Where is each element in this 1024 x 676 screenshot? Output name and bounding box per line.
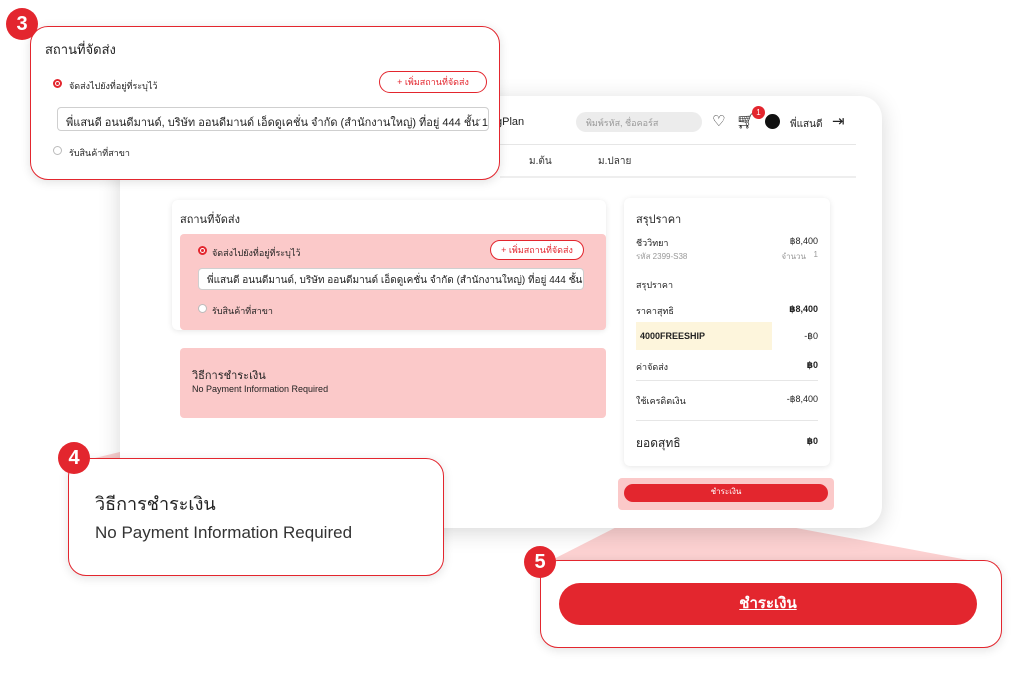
logout-icon[interactable]: ⇥ (832, 114, 845, 129)
cart-count-badge: 1 (752, 106, 765, 119)
user-name[interactable]: พี่แสนดี (790, 117, 822, 132)
callout-radio-branch[interactable] (53, 146, 62, 155)
callout-number-4: 4 (58, 442, 90, 474)
summary-subtitle: สรุปราคา (636, 280, 674, 290)
nav-tab-senior[interactable]: ม.ปลาย (598, 154, 631, 169)
nav-tab-junior[interactable]: ม.ต้น (529, 154, 552, 169)
payment-note: No Payment Information Required (192, 384, 329, 394)
callout-option-branch: รับสินค้าที่สาขา (69, 148, 130, 158)
callout-number-3: 3 (6, 8, 38, 40)
callout-pay-button[interactable]: ชำระเงิน (559, 583, 977, 625)
total-label: ยอดสุทธิ (636, 436, 681, 450)
summary-title: สรุปราคา (636, 214, 682, 226)
header-divider (500, 144, 856, 145)
callout-number-5: 5 (524, 546, 556, 578)
callout-radio-specified[interactable] (53, 79, 62, 88)
shipping-highlight: จัดส่งไปยังที่อยู่ที่ระบุไว้ + เพิ่มสถาน… (180, 234, 606, 330)
callout-payment: วิธีการชำระเงิน No Payment Information R… (68, 458, 444, 576)
search-input[interactable]: พิมพ์รหัส, ชื่อคอร์ส (576, 112, 702, 132)
option-branch-label: รับสินค้าที่สาขา (212, 306, 273, 316)
add-address-button[interactable]: + เพิ่มสถานที่จัดส่ง (490, 240, 584, 260)
summary-panel: สรุปราคา ชีววิทยา ฿8,400 รหัส 2399-S38 จ… (624, 198, 830, 466)
site-logo[interactable]: gPlan (496, 116, 524, 128)
callout-pay: ชำระเงิน (540, 560, 1002, 648)
credit-label: ใช้เครดิตเงิน (636, 396, 686, 406)
shipping-fee-label: ค่าจัดส่ง (636, 362, 669, 372)
net-value: ฿8,400 (789, 304, 818, 314)
radio-branch-pickup[interactable] (198, 304, 207, 313)
summary-divider-1 (636, 380, 818, 381)
coupon-value: -฿0 (804, 331, 818, 341)
chevron-down-icon: ⌄ (572, 274, 580, 284)
option-specified-label: จัดส่งไปยังที่อยู่ที่ระบุไว้ (212, 248, 301, 258)
payment-panel: วิธีการชำระเงิน No Payment Information R… (180, 348, 606, 418)
callout-shipping: สถานที่จัดส่ง จัดส่งไปยังที่อยู่ที่ระบุไ… (30, 26, 500, 180)
coupon-code: 4000FREESHIP (640, 331, 706, 341)
item-code: รหัส 2399-S38 (636, 252, 688, 261)
user-avatar-icon[interactable] (765, 114, 780, 129)
callout-payment-title: วิธีการชำระเงิน (95, 494, 216, 514)
item-qty-label: จำนวน (781, 252, 806, 261)
net-label: ราคาสุทธิ (636, 306, 674, 316)
summary-divider-2 (636, 420, 818, 421)
callout-address-value: พี่แสนดี อนนดีมานด์, บริษัท ออนดีมานด์ เ… (66, 117, 489, 129)
callout-shipping-title: สถานที่จัดส่ง (45, 42, 116, 57)
shipping-fee-value: ฿0 (806, 360, 818, 370)
item-qty: 1 (813, 250, 818, 259)
payment-title: วิธีการชำระเงิน (192, 370, 266, 382)
credit-value: -฿8,400 (786, 394, 818, 404)
callout-add-address-button[interactable]: + เพิ่มสถานที่จัดส่ง (379, 71, 487, 93)
item-name: ชีววิทยา (636, 238, 669, 248)
heart-icon[interactable]: ♡ (712, 114, 725, 129)
callout-option-specified: จัดส่งไปยังที่อยู่ที่ระบุไว้ (69, 81, 158, 91)
callout-payment-note: No Payment Information Required (95, 523, 353, 542)
callout-pay-button-label: ชำระเงิน (739, 595, 797, 612)
item-price: ฿8,400 (789, 236, 818, 246)
shipping-panel: สถานที่จัดส่ง จัดส่งไปยังที่อยู่ที่ระบุไ… (172, 200, 606, 330)
callout-address-select[interactable]: พี่แสนดี อนนดีมานด์, บริษัท ออนดีมานด์ เ… (57, 107, 489, 131)
callout-chevron-down-icon: ⌄ (475, 113, 483, 123)
pay-button[interactable]: ชำระเงิน (624, 484, 828, 502)
radio-specified-address[interactable] (198, 246, 207, 255)
total-value: ฿0 (806, 436, 818, 446)
address-select[interactable]: พี่แสนดี อนนดีมานด์, บริษัท ออนดีมานด์ เ… (198, 268, 584, 290)
shipping-title: สถานที่จัดส่ง (180, 214, 240, 226)
nav-underline (500, 176, 856, 178)
cart-icon[interactable]: 🛒︎ (736, 114, 755, 129)
address-value: พี่แสนดี อนนดีมานด์, บริษัท ออนดีมานด์ เ… (207, 275, 584, 286)
